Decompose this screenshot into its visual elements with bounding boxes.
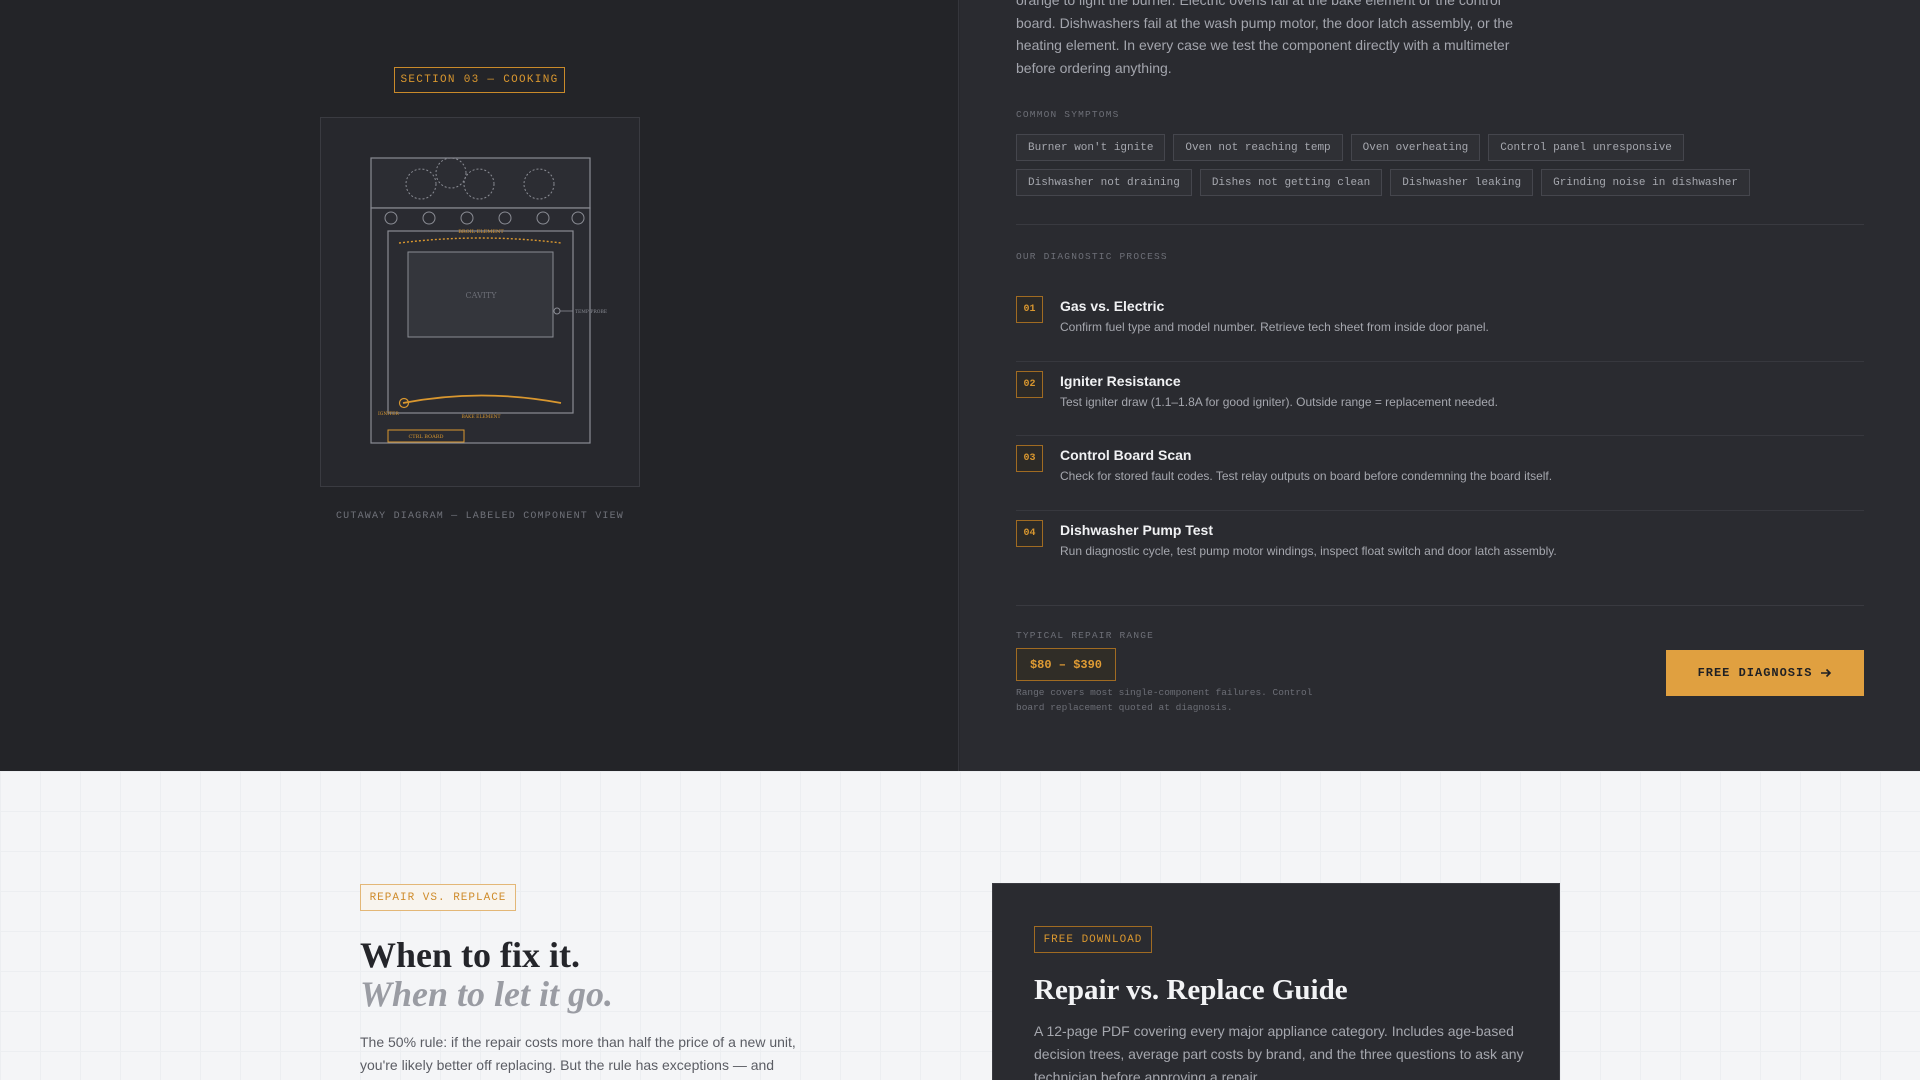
bake-label: BAKE ELEMENT [461, 414, 500, 420]
free-download-tag: FREE DOWNLOAD [1034, 926, 1152, 953]
step-number: 03 [1016, 445, 1043, 472]
repair-replace-tag: REPAIR VS. REPLACE [360, 884, 516, 911]
symptom-chip-list: Burner won't ignite Oven not reaching te… [1016, 134, 1816, 196]
heading-let-go: When to let it go. [360, 974, 614, 1014]
symptom-chip[interactable]: Dishwasher leaking [1390, 169, 1534, 196]
diagram-caption: CUTAWAY DIAGRAM — LABELED COMPONENT VIEW [335, 511, 625, 522]
step-title: Gas vs. Electric [1060, 298, 1165, 314]
symptom-chip[interactable]: Grinding noise in dishwasher [1541, 169, 1750, 196]
step-number: 02 [1016, 370, 1043, 398]
symptom-chip[interactable]: Dishwasher not draining [1016, 169, 1192, 196]
step-title: Control Board Scan [1060, 447, 1192, 463]
repair-range-label: TYPICAL REPAIR RANGE [1016, 630, 1155, 641]
guide-title: Repair vs. Replace Guide [1034, 974, 1348, 1006]
guide-description: A 12-page PDF covering every major appli… [1034, 1023, 1524, 1080]
symptoms-label: COMMON SYMPTOMS [1016, 109, 1120, 120]
step-description: Test igniter draw (1.1–1.8A for good ign… [1060, 394, 1498, 409]
broil-label: BROIL ELEMENT [458, 229, 504, 235]
symptom-chip[interactable]: Oven overheating [1350, 134, 1481, 161]
intro-paragraph: orange to light the burner. Electric ove… [1016, 0, 1513, 76]
free-diagnosis-label: FREE DIAGNOSIS [1697, 666, 1813, 680]
step-item: 01 Gas vs. Electric Confirm fuel type an… [1016, 287, 1864, 362]
appliance-section: SECTION 03 — COOKING BROIL ELEMENT CAVIT… [0, 0, 1920, 771]
step-title: Dishwasher Pump Test [1060, 521, 1214, 538]
step-number: 04 [1016, 519, 1043, 547]
price-range-badge: $80 – $390 [1016, 648, 1116, 681]
heading-fix: When to fix it. [360, 935, 580, 975]
control-board-label: CTRL BOARD [408, 434, 443, 440]
process-label: OUR DIAGNOSTIC PROCESS [1016, 251, 1168, 262]
step-item: 04 Dishwasher Pump Test Run diagnostic c… [1016, 511, 1864, 586]
oven-diagram-svg: BROIL ELEMENT CAVITY TEMP PROBE IGNITER … [370, 157, 607, 444]
step-number: 01 [1016, 296, 1043, 323]
diagnostic-steps: 01 Gas vs. Electric Confirm fuel type an… [1016, 287, 1864, 585]
temp-probe-label: TEMP PROBE [575, 309, 607, 315]
divider [1016, 605, 1864, 606]
price-note: Range covers most single-component failu… [1016, 687, 1313, 713]
symptom-chip[interactable]: Dishes not getting clean [1199, 169, 1383, 196]
rule-paragraph: The 50% rule: if the repair costs more t… [360, 1034, 796, 1073]
download-guide-card[interactable]: FREE DOWNLOAD Repair vs. Replace Guide A… [992, 883, 1560, 1080]
section-badge: SECTION 03 — COOKING [394, 67, 565, 93]
symptom-chip[interactable]: Oven not reaching temp [1173, 134, 1343, 161]
step-item: 03 Control Board Scan Check for stored f… [1016, 436, 1864, 511]
cavity-label: CAVITY [465, 291, 497, 300]
diagram-panel: SECTION 03 — COOKING BROIL ELEMENT CAVIT… [0, 0, 959, 771]
symptom-chip[interactable]: Control panel unresponsive [1488, 134, 1684, 161]
symptom-chip[interactable]: Burner won't ignite [1016, 134, 1166, 161]
divider [1016, 224, 1864, 225]
oven-cutaway-diagram: BROIL ELEMENT CAVITY TEMP PROBE IGNITER … [320, 117, 640, 487]
free-diagnosis-button[interactable]: FREE DIAGNOSIS [1666, 650, 1864, 696]
step-title: Igniter Resistance [1060, 372, 1181, 389]
step-description: Check for stored fault codes. Test relay… [1060, 469, 1553, 483]
cooktop [370, 157, 591, 209]
repair-vs-replace-section [0, 771, 1920, 1080]
igniter-label: IGNITER [378, 411, 399, 417]
arrow-right-icon [1821, 668, 1832, 678]
step-description: Run diagnostic cycle, test pump motor wi… [1060, 543, 1557, 558]
step-description: Confirm fuel type and model number. Retr… [1060, 320, 1489, 334]
step-item: 02 Igniter Resistance Test igniter draw … [1016, 362, 1864, 436]
